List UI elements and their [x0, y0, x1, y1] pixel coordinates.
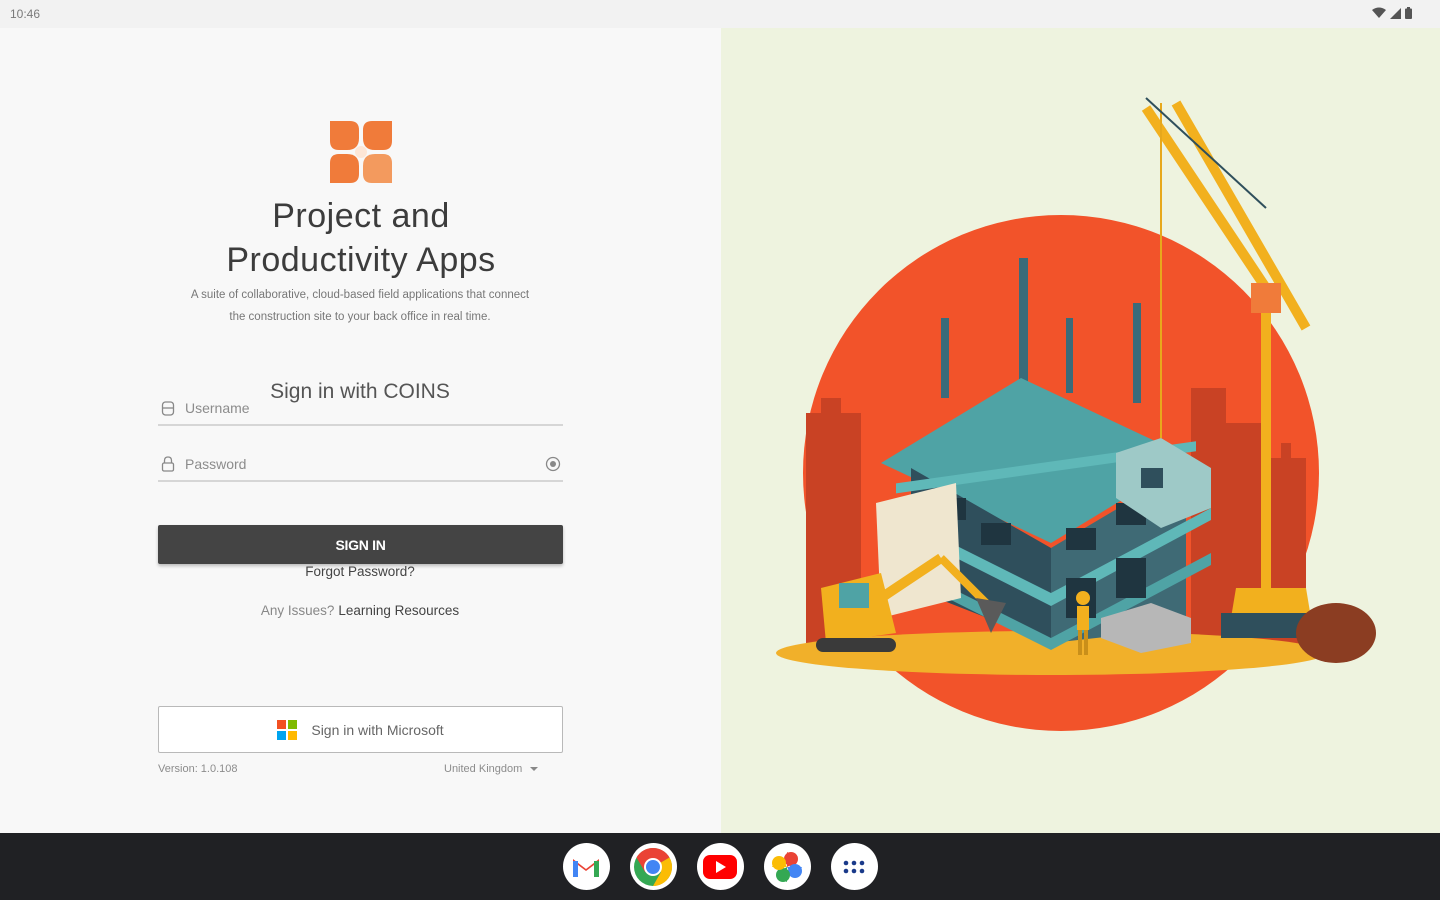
issues-label: Any Issues? — [260, 603, 335, 618]
issues-line: Any Issues? Learning Resources — [160, 603, 560, 618]
region-dropdown[interactable]: United Kingdom — [444, 763, 539, 775]
app-title: Project and Productivity Apps — [161, 194, 561, 282]
chrome-icon[interactable] — [629, 843, 677, 890]
version-label: Version: 1.0.108 — [158, 763, 238, 775]
app-title-line1: Project and — [272, 197, 450, 235]
photos-icon[interactable] — [763, 843, 811, 890]
show-password-icon[interactable] — [544, 455, 562, 473]
user-icon — [159, 399, 177, 417]
forgot-password-link[interactable]: Forgot Password? — [160, 564, 560, 579]
app-drawer-icon[interactable] — [830, 843, 878, 890]
youtube-icon[interactable] — [696, 843, 744, 890]
app-description: A suite of collaborative, cloud-based fi… — [150, 284, 570, 328]
microsoft-sign-in-button[interactable]: Sign in with Microsoft — [158, 706, 563, 753]
app-description-line2: the construction site to your back offic… — [229, 311, 491, 323]
lock-icon — [159, 455, 177, 473]
gmail-icon[interactable] — [562, 843, 610, 890]
sign-in-button[interactable]: SIGN IN — [158, 525, 563, 564]
username-field — [158, 392, 563, 426]
microsoft-logo-icon — [277, 719, 298, 740]
taskbar — [0, 833, 1440, 900]
system-indicators — [1372, 7, 1412, 19]
battery-icon — [1405, 7, 1412, 19]
learning-resources-link[interactable]: Learning Resources — [338, 603, 459, 618]
microsoft-sign-in-label: Sign in with Microsoft — [311, 721, 444, 738]
password-field — [158, 448, 563, 482]
coins-logo — [330, 121, 392, 183]
app-title-line2: Productivity Apps — [226, 241, 496, 279]
region-label: United Kingdom — [444, 763, 523, 775]
chevron-down-icon — [530, 767, 539, 771]
status-time: 10:46 — [10, 7, 41, 21]
status-bar: 10:46 — [0, 0, 1440, 28]
signal-icon — [1390, 7, 1401, 19]
construction-illustration — [776, 97, 1376, 731]
app-description-line1: A suite of collaborative, cloud-based fi… — [190, 289, 530, 301]
username-input[interactable] — [185, 392, 563, 424]
password-input[interactable] — [185, 448, 544, 480]
wifi-icon — [1372, 7, 1386, 18]
illustration-panel — [721, 28, 1440, 833]
